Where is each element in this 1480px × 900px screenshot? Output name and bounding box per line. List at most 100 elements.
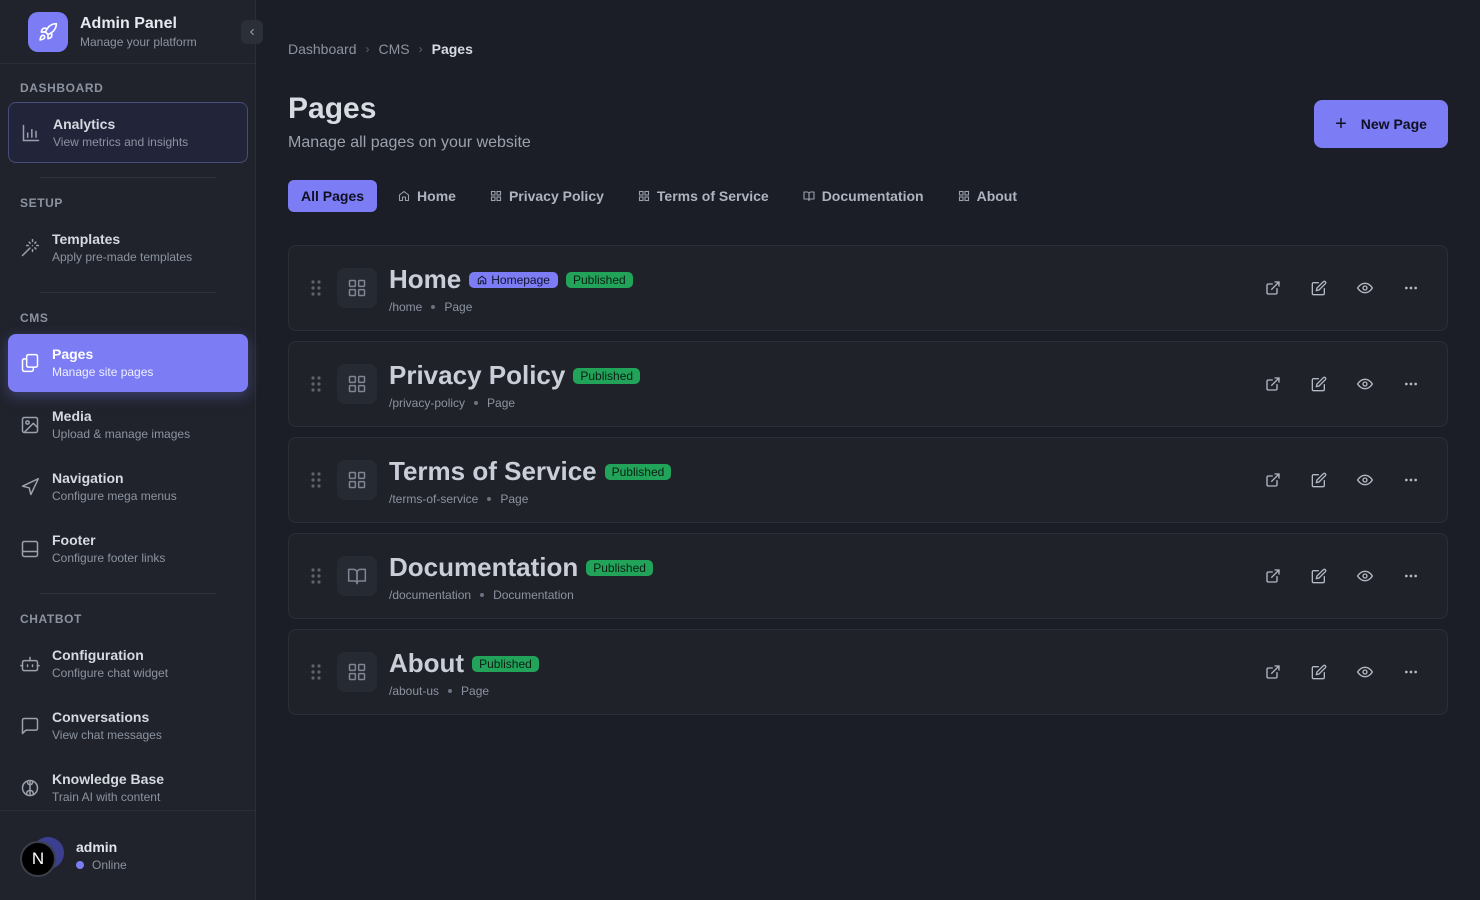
sidebar-item-pages[interactable]: Pages Manage site pages: [8, 334, 248, 392]
sidebar-item-analytics[interactable]: Analytics View metrics and insights: [8, 102, 248, 163]
sidebar-item-title: Pages: [52, 346, 94, 362]
drag-handle-icon[interactable]: [311, 280, 321, 301]
navigation-icon: [20, 477, 40, 497]
brand: Admin Panel Manage your platform: [0, 0, 263, 64]
breadcrumb: Dashboard › CMS › Pages: [288, 41, 473, 57]
edit-icon[interactable]: [1309, 470, 1329, 490]
sidebar-item-media[interactable]: Media Upload & manage images: [8, 396, 248, 454]
sidebar-item-subtitle: Configure chat widget: [52, 666, 169, 680]
page-title: Pages: [288, 92, 377, 125]
drag-handle-icon[interactable]: [311, 376, 321, 397]
edit-icon[interactable]: [1309, 374, 1329, 394]
tab-label: Privacy Policy: [508, 188, 604, 204]
external-link-icon[interactable]: [1263, 278, 1283, 298]
status-badge: Published: [573, 367, 641, 384]
more-options-icon[interactable]: [1401, 470, 1421, 490]
pages-list: Home Homepage Published /home Page Priva…: [288, 245, 1448, 725]
sidebar-item-title: Templates: [52, 231, 121, 247]
sidebar-item-subtitle: Apply pre-made templates: [52, 250, 193, 264]
book-icon: [337, 556, 377, 596]
more-options-icon[interactable]: [1401, 374, 1421, 394]
page-row-about[interactable]: About Published /about-us Page: [288, 629, 1448, 715]
more-options-icon[interactable]: [1401, 662, 1421, 682]
external-link-icon[interactable]: [1263, 470, 1283, 490]
page-title-text: Documentation: [389, 552, 579, 582]
page-type: Page: [461, 684, 490, 698]
sidebar-item-templates[interactable]: Templates Apply pre-made templates: [8, 219, 248, 277]
page-type: Page: [500, 492, 529, 506]
user-profile[interactable]: N admin Online: [0, 810, 256, 900]
new-page-button[interactable]: + New Page: [1314, 100, 1448, 148]
page-row-documentation[interactable]: Documentation Published /documentation D…: [288, 533, 1448, 619]
tab-terms-of-service[interactable]: Terms of Service: [625, 180, 782, 212]
sidebar-item-title: Footer: [52, 532, 96, 548]
drag-handle-icon[interactable]: [311, 664, 321, 685]
main-content: Dashboard › CMS › Pages Pages Manage all…: [256, 0, 1480, 900]
separator-dot: [431, 305, 436, 309]
section-label-setup: SETUP: [20, 196, 64, 210]
eye-icon[interactable]: [1355, 662, 1375, 682]
homepage-badge-label: Homepage: [491, 272, 550, 287]
status-dot-icon: [76, 861, 84, 869]
tab-all-pages[interactable]: All Pages: [288, 180, 378, 212]
sidebar: Admin Panel Manage your platform DASHBOA…: [0, 0, 263, 900]
grid-icon: [490, 190, 502, 202]
page-slug: /home: [389, 300, 423, 314]
sidebar-item-title: Media: [52, 408, 92, 424]
grid-icon: [337, 268, 377, 308]
page-slug: /privacy-policy: [389, 396, 466, 410]
home-icon: [398, 190, 410, 202]
eye-icon[interactable]: [1355, 374, 1375, 394]
plus-icon: +: [1335, 113, 1347, 135]
tab-label: Terms of Service: [656, 188, 769, 204]
divider: [40, 593, 216, 594]
grid-icon: [638, 190, 650, 202]
tab-label: Documentation: [821, 188, 924, 204]
brain-icon: [20, 778, 40, 798]
external-link-icon[interactable]: [1263, 566, 1283, 586]
eye-icon[interactable]: [1355, 470, 1375, 490]
status-badge: Published: [565, 271, 633, 288]
homepage-badge: Homepage: [469, 271, 558, 288]
edit-icon[interactable]: [1309, 662, 1329, 682]
grid-icon: [958, 190, 970, 202]
image-icon: [20, 415, 40, 435]
drag-handle-icon[interactable]: [311, 568, 321, 589]
sidebar-item-conversations[interactable]: Conversations View chat messages: [8, 697, 248, 755]
breadcrumb-dashboard[interactable]: Dashboard: [288, 41, 357, 57]
page-title-text: Home: [389, 264, 462, 294]
tab-about[interactable]: About: [945, 180, 1030, 212]
external-link-icon[interactable]: [1263, 374, 1283, 394]
sidebar-item-subtitle: Configure footer links: [52, 551, 166, 565]
page-row-terms-of-service[interactable]: Terms of Service Published /terms-of-ser…: [288, 437, 1448, 523]
section-label-dashboard: DASHBOARD: [20, 81, 104, 95]
drag-handle-icon[interactable]: [311, 472, 321, 493]
avatar: N: [20, 841, 56, 877]
sidebar-item-knowledge-base[interactable]: Knowledge Base Train AI with content: [8, 759, 248, 817]
page-slug: /about-us: [389, 684, 440, 698]
status-badge: Published: [586, 559, 653, 576]
more-options-icon[interactable]: [1401, 278, 1421, 298]
sidebar-item-footer[interactable]: Footer Configure footer links: [8, 520, 248, 578]
breadcrumb-cms[interactable]: CMS: [379, 41, 410, 57]
eye-icon[interactable]: [1355, 278, 1375, 298]
separator-dot: [487, 497, 492, 501]
eye-icon[interactable]: [1355, 566, 1375, 586]
more-options-icon[interactable]: [1401, 566, 1421, 586]
tab-documentation[interactable]: Documentation: [790, 180, 937, 212]
breadcrumb-pages: Pages: [431, 41, 473, 57]
edit-icon[interactable]: [1309, 278, 1329, 298]
rocket-icon: [28, 11, 68, 52]
external-link-icon[interactable]: [1263, 662, 1283, 682]
edit-icon[interactable]: [1309, 566, 1329, 586]
chat-icon: [20, 716, 40, 736]
page-row-home[interactable]: Home Homepage Published /home Page: [288, 245, 1448, 331]
user-status: Online: [76, 858, 127, 872]
sidebar-item-navigation[interactable]: Navigation Configure mega menus: [8, 458, 248, 516]
user-name: admin: [76, 839, 118, 855]
divider: [40, 177, 216, 178]
page-row-privacy-policy[interactable]: Privacy Policy Published /privacy-policy…: [288, 341, 1448, 427]
tab-privacy-policy[interactable]: Privacy Policy: [477, 180, 617, 212]
tab-home[interactable]: Home: [385, 180, 469, 212]
sidebar-item-configuration[interactable]: Configuration Configure chat widget: [8, 635, 248, 693]
